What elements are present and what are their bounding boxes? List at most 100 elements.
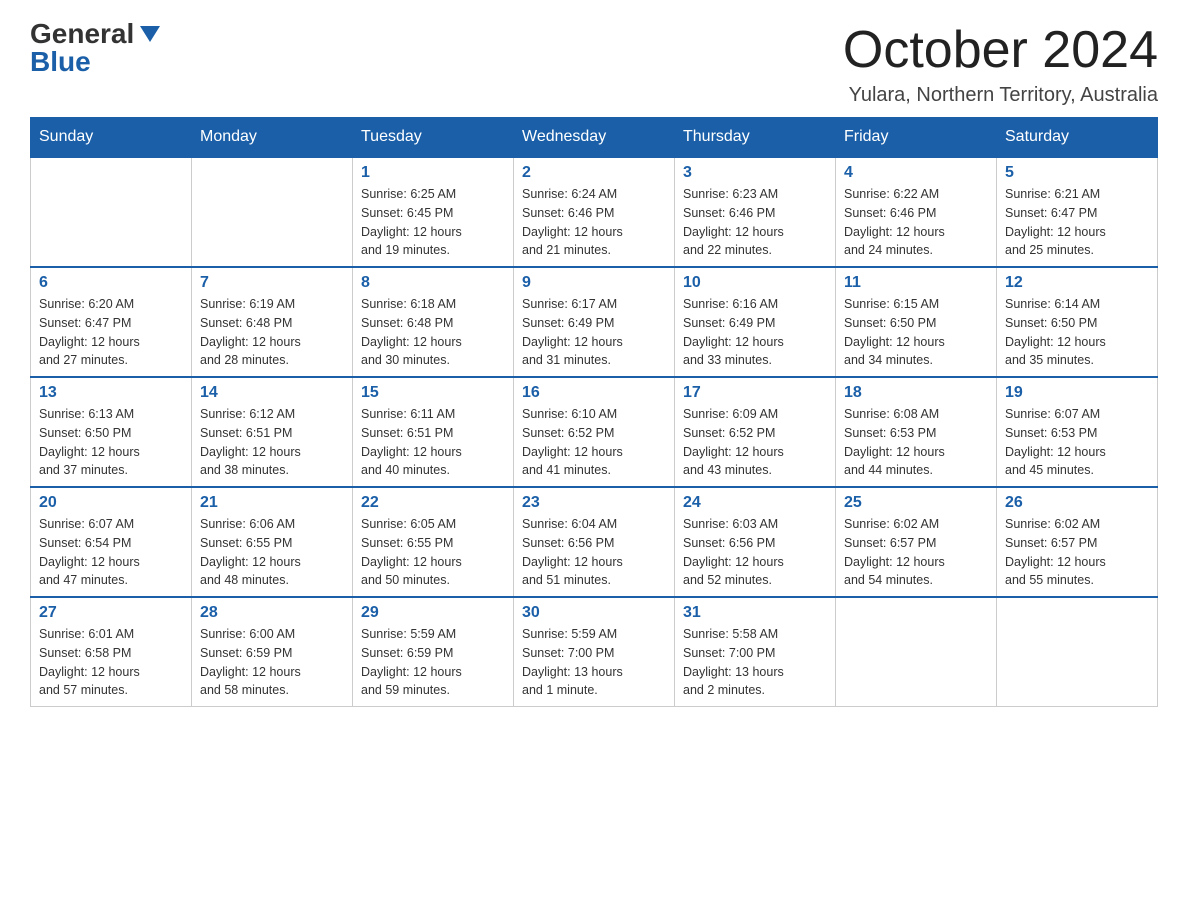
location-subtitle: Yulara, Northern Territory, Australia	[843, 84, 1158, 107]
day-number: 21	[200, 494, 344, 512]
day-info: Sunrise: 6:13 AMSunset: 6:50 PMDaylight:…	[39, 405, 183, 480]
month-year-title: October 2024	[843, 20, 1158, 80]
cell-w3-d3: 15 Sunrise: 6:11 AMSunset: 6:51 PMDayligh…	[353, 377, 514, 487]
week-row-1: 1 Sunrise: 6:25 AMSunset: 6:45 PMDaylight…	[31, 157, 1158, 267]
day-number: 30	[522, 604, 666, 622]
day-info: Sunrise: 6:07 AMSunset: 6:54 PMDaylight:…	[39, 515, 183, 590]
cell-w3-d5: 17Sunrise: 6:09 AMSunset: 6:52 PMDayligh…	[675, 377, 836, 487]
day-number: 28	[200, 604, 344, 622]
day-number: 20	[39, 494, 183, 512]
week-row-2: 6 Sunrise: 6:20 AMSunset: 6:47 PMDaylight…	[31, 267, 1158, 377]
day-info: Sunrise: 6:19 AMSunset: 6:48 PMDaylight:…	[200, 295, 344, 370]
day-number: 31	[683, 604, 827, 622]
day-number: 9	[522, 274, 666, 292]
col-friday: Friday	[836, 118, 997, 158]
day-info: Sunrise: 6:02 AMSunset: 6:57 PMDaylight:…	[1005, 515, 1149, 590]
logo-triangle-icon	[140, 26, 160, 42]
cell-w2-d5: 10 Sunrise: 6:16 AMSunset: 6:49 PMDayligh…	[675, 267, 836, 377]
cell-w1-d6: 4 Sunrise: 6:22 AMSunset: 6:46 PMDaylight…	[836, 157, 997, 267]
day-info: Sunrise: 6:04 AMSunset: 6:56 PMDaylight:…	[522, 515, 666, 590]
logo-blue: Blue	[30, 48, 91, 76]
day-number: 15	[361, 384, 505, 402]
cell-w2-d4: 9 Sunrise: 6:17 AMSunset: 6:49 PMDaylight…	[514, 267, 675, 377]
col-thursday: Thursday	[675, 118, 836, 158]
day-info: Sunrise: 5:59 AMSunset: 6:59 PMDaylight:…	[361, 625, 505, 700]
day-number: 3	[683, 164, 827, 182]
day-number: 6	[39, 274, 183, 292]
cell-w4-d6: 25Sunrise: 6:02 AMSunset: 6:57 PMDayligh…	[836, 487, 997, 597]
day-number: 16	[522, 384, 666, 402]
day-number: 11	[844, 274, 988, 292]
calendar-header-row: Sunday Monday Tuesday Wednesday Thursday…	[31, 118, 1158, 158]
cell-w1-d3: 1 Sunrise: 6:25 AMSunset: 6:45 PMDaylight…	[353, 157, 514, 267]
day-info: Sunrise: 6:03 AMSunset: 6:56 PMDaylight:…	[683, 515, 827, 590]
day-number: 10	[683, 274, 827, 292]
cell-w2-d2: 7 Sunrise: 6:19 AMSunset: 6:48 PMDaylight…	[192, 267, 353, 377]
week-row-3: 13 Sunrise: 6:13 AMSunset: 6:50 PMDayligh…	[31, 377, 1158, 487]
day-info: Sunrise: 6:16 AMSunset: 6:49 PMDaylight:…	[683, 295, 827, 370]
cell-w5-d7	[997, 597, 1158, 707]
day-info: Sunrise: 6:20 AMSunset: 6:47 PMDaylight:…	[39, 295, 183, 370]
day-info: Sunrise: 6:15 AMSunset: 6:50 PMDaylight:…	[844, 295, 988, 370]
day-info: Sunrise: 6:11 AMSunset: 6:51 PMDaylight:…	[361, 405, 505, 480]
day-number: 23	[522, 494, 666, 512]
cell-w4-d3: 22 Sunrise: 6:05 AMSunset: 6:55 PMDayligh…	[353, 487, 514, 597]
day-number: 29	[361, 604, 505, 622]
day-info: Sunrise: 6:17 AMSunset: 6:49 PMDaylight:…	[522, 295, 666, 370]
day-number: 1	[361, 164, 505, 182]
col-saturday: Saturday	[997, 118, 1158, 158]
cell-w3-d2: 14 Sunrise: 6:12 AMSunset: 6:51 PMDayligh…	[192, 377, 353, 487]
cell-w2-d6: 11 Sunrise: 6:15 AMSunset: 6:50 PMDayligh…	[836, 267, 997, 377]
cell-w5-d1: 27 Sunrise: 6:01 AMSunset: 6:58 PMDayligh…	[31, 597, 192, 707]
col-tuesday: Tuesday	[353, 118, 514, 158]
week-row-5: 27 Sunrise: 6:01 AMSunset: 6:58 PMDayligh…	[31, 597, 1158, 707]
week-row-4: 20 Sunrise: 6:07 AMSunset: 6:54 PMDayligh…	[31, 487, 1158, 597]
day-number: 24	[683, 494, 827, 512]
cell-w4-d1: 20 Sunrise: 6:07 AMSunset: 6:54 PMDayligh…	[31, 487, 192, 597]
day-info: Sunrise: 5:58 AMSunset: 7:00 PMDaylight:…	[683, 625, 827, 700]
day-number: 4	[844, 164, 988, 182]
day-info: Sunrise: 6:07 AMSunset: 6:53 PMDaylight:…	[1005, 405, 1149, 480]
day-info: Sunrise: 6:02 AMSunset: 6:57 PMDaylight:…	[844, 515, 988, 590]
page-header: General Blue October 2024 Yulara, Northe…	[30, 20, 1158, 107]
cell-w4-d7: 26 Sunrise: 6:02 AMSunset: 6:57 PMDayligh…	[997, 487, 1158, 597]
col-monday: Monday	[192, 118, 353, 158]
logo: General Blue	[30, 20, 160, 76]
day-info: Sunrise: 6:08 AMSunset: 6:53 PMDaylight:…	[844, 405, 988, 480]
day-number: 27	[39, 604, 183, 622]
day-info: Sunrise: 6:06 AMSunset: 6:55 PMDaylight:…	[200, 515, 344, 590]
day-info: Sunrise: 6:12 AMSunset: 6:51 PMDaylight:…	[200, 405, 344, 480]
cell-w4-d5: 24 Sunrise: 6:03 AMSunset: 6:56 PMDayligh…	[675, 487, 836, 597]
cell-w5-d2: 28 Sunrise: 6:00 AMSunset: 6:59 PMDayligh…	[192, 597, 353, 707]
cell-w5-d5: 31 Sunrise: 5:58 AMSunset: 7:00 PMDayligh…	[675, 597, 836, 707]
cell-w4-d4: 23 Sunrise: 6:04 AMSunset: 6:56 PMDayligh…	[514, 487, 675, 597]
day-info: Sunrise: 6:21 AMSunset: 6:47 PMDaylight:…	[1005, 185, 1149, 260]
cell-w1-d7: 5 Sunrise: 6:21 AMSunset: 6:47 PMDaylight…	[997, 157, 1158, 267]
cell-w2-d7: 12Sunrise: 6:14 AMSunset: 6:50 PMDayligh…	[997, 267, 1158, 377]
day-info: Sunrise: 6:01 AMSunset: 6:58 PMDaylight:…	[39, 625, 183, 700]
cell-w3-d4: 16Sunrise: 6:10 AMSunset: 6:52 PMDayligh…	[514, 377, 675, 487]
day-number: 8	[361, 274, 505, 292]
day-info: Sunrise: 6:05 AMSunset: 6:55 PMDaylight:…	[361, 515, 505, 590]
cell-w1-d4: 2Sunrise: 6:24 AMSunset: 6:46 PMDaylight…	[514, 157, 675, 267]
cell-w5-d4: 30 Sunrise: 5:59 AMSunset: 7:00 PMDayligh…	[514, 597, 675, 707]
day-number: 13	[39, 384, 183, 402]
day-info: Sunrise: 6:25 AMSunset: 6:45 PMDaylight:…	[361, 185, 505, 260]
day-number: 14	[200, 384, 344, 402]
logo-general: General	[30, 20, 134, 48]
day-number: 5	[1005, 164, 1149, 182]
day-number: 7	[200, 274, 344, 292]
day-number: 18	[844, 384, 988, 402]
day-info: Sunrise: 6:22 AMSunset: 6:46 PMDaylight:…	[844, 185, 988, 260]
cell-w3-d7: 19Sunrise: 6:07 AMSunset: 6:53 PMDayligh…	[997, 377, 1158, 487]
cell-w2-d3: 8 Sunrise: 6:18 AMSunset: 6:48 PMDaylight…	[353, 267, 514, 377]
day-number: 26	[1005, 494, 1149, 512]
day-info: Sunrise: 5:59 AMSunset: 7:00 PMDaylight:…	[522, 625, 666, 700]
cell-w3-d1: 13 Sunrise: 6:13 AMSunset: 6:50 PMDayligh…	[31, 377, 192, 487]
cell-w1-d5: 3Sunrise: 6:23 AMSunset: 6:46 PMDaylight…	[675, 157, 836, 267]
day-info: Sunrise: 6:18 AMSunset: 6:48 PMDaylight:…	[361, 295, 505, 370]
cell-w1-d1	[31, 157, 192, 267]
calendar-table: Sunday Monday Tuesday Wednesday Thursday…	[30, 117, 1158, 707]
day-number: 22	[361, 494, 505, 512]
day-info: Sunrise: 6:00 AMSunset: 6:59 PMDaylight:…	[200, 625, 344, 700]
